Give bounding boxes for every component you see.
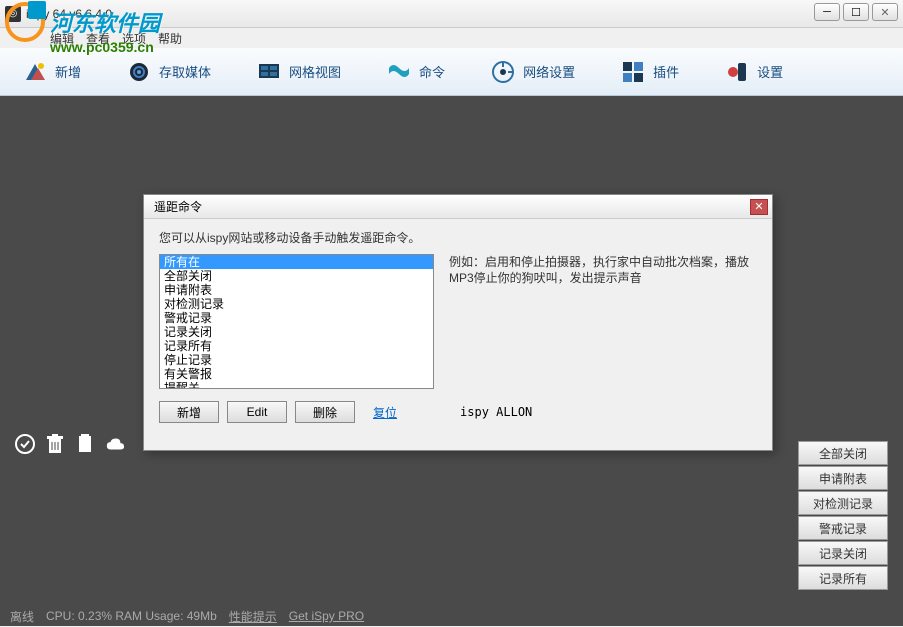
menu-view[interactable]: 查看 [86, 30, 110, 47]
list-item[interactable]: 记录所有 [160, 339, 433, 353]
toolbar-network[interactable]: 网络设置 [483, 56, 583, 88]
cloud-icon[interactable] [105, 434, 125, 454]
dialog-description: 您可以从ispy网站或移动设备手动触发遥距命令。 [159, 229, 757, 246]
plugin-icon [621, 60, 645, 84]
toolbar-grid[interactable]: 网格视图 [249, 56, 349, 88]
toolbar-settings[interactable]: 设置 [717, 56, 791, 88]
right-panel: 所有在 全部关闭 申请附表 对检测记录 警戒记录 记录关闭 记录所有 [798, 416, 888, 590]
toolbar-settings-label: 设置 [757, 62, 783, 81]
toolbar-network-label: 网络设置 [523, 62, 575, 81]
panel-btn-4[interactable]: 警戒记录 [798, 516, 888, 540]
maximize-button[interactable]: ☐ [843, 3, 869, 21]
panel-btn-3[interactable]: 对检测记录 [798, 491, 888, 515]
toolbar-add[interactable]: 新增 [15, 56, 89, 88]
menu-help[interactable]: 帮助 [158, 30, 182, 47]
delete-icon[interactable] [45, 434, 65, 454]
remote-command-dialog: 遥距命令 ✕ 您可以从ispy网站或移动设备手动触发遥距命令。 所有在 全部关闭… [143, 194, 773, 451]
panel-btn-6[interactable]: 记录所有 [798, 566, 888, 590]
delete-button[interactable]: 删除 [295, 401, 355, 423]
window-title: iSpy 64 v6.6.4.0 [26, 7, 112, 21]
toolbar-media[interactable]: 存取媒体 [119, 56, 219, 88]
dialog-title: 遥距命令 [154, 198, 202, 215]
list-item[interactable]: 申请附表 [160, 283, 433, 297]
file-icon[interactable] [75, 434, 95, 454]
list-item[interactable]: 停止记录 [160, 353, 433, 367]
list-item[interactable]: 所有在 [160, 255, 433, 269]
add-button[interactable]: 新增 [159, 401, 219, 423]
menu-options[interactable]: 选项 [122, 30, 146, 47]
toolbar-plugin-label: 插件 [653, 62, 679, 81]
toolbar-add-label: 新增 [55, 62, 81, 81]
main-area: 所有在 全部关闭 申请附表 对检测记录 警戒记录 记录关闭 记录所有 遥距命令 … [0, 96, 903, 606]
status-text: 离线 [10, 608, 34, 625]
app-icon: ◎ [5, 6, 21, 22]
settings-icon [725, 60, 749, 84]
media-icon [127, 60, 151, 84]
list-item[interactable]: 提醒关 [160, 381, 433, 389]
titlebar: ◎ iSpy 64 v6.6.4.0 ─ ☐ ✕ [0, 0, 903, 28]
panel-btn-1[interactable]: 全部关闭 [798, 441, 888, 465]
network-icon [491, 60, 515, 84]
perf-link[interactable]: 性能提示 [229, 608, 277, 625]
toolbar: 新增 存取媒体 网格视图 命令 网络设置 插件 设置 [0, 48, 903, 96]
toolbar-grid-label: 网格视图 [289, 62, 341, 81]
edit-button[interactable]: Edit [227, 401, 287, 423]
statusbar: 离线 CPU: 0.23% RAM Usage: 49Mb 性能提示 Get i… [0, 606, 903, 626]
close-button[interactable]: ✕ [872, 3, 898, 21]
command-text: ispy ALLON [460, 405, 532, 419]
cmd-icon [387, 60, 411, 84]
cpu-text: CPU: 0.23% RAM Usage: 49Mb [46, 609, 217, 623]
toolbar-plugin[interactable]: 插件 [613, 56, 687, 88]
dialog-close-button[interactable]: ✕ [750, 199, 768, 215]
panel-btn-5[interactable]: 记录关闭 [798, 541, 888, 565]
add-icon [23, 60, 47, 84]
pro-link[interactable]: Get iSpy PRO [289, 609, 364, 623]
command-listbox[interactable]: 所有在 全部关闭 申请附表 对检测记录 警戒记录 记录关闭 记录所有 停止记录 … [159, 254, 434, 389]
list-item[interactable]: 全部关闭 [160, 269, 433, 283]
menu-edit[interactable]: 编辑 [50, 30, 74, 47]
toolbar-media-label: 存取媒体 [159, 62, 211, 81]
menubar: 编辑 查看 选项 帮助 [0, 28, 903, 48]
toolbar-cmd-label: 命令 [419, 62, 445, 81]
grid-icon [257, 60, 281, 84]
panel-btn-2[interactable]: 申请附表 [798, 466, 888, 490]
list-item[interactable]: 记录关闭 [160, 325, 433, 339]
check-icon[interactable] [15, 434, 35, 454]
dialog-example-text: 例如：启用和停止拍摄器，执行家中自动批次档案，播放MP3停止你的狗吠叫，发出提示… [449, 254, 757, 389]
list-item[interactable]: 警戒记录 [160, 311, 433, 325]
list-item[interactable]: 对检测记录 [160, 297, 433, 311]
list-item[interactable]: 有关警报 [160, 367, 433, 381]
minimize-button[interactable]: ─ [814, 3, 840, 21]
toolbar-cmd[interactable]: 命令 [379, 56, 453, 88]
reset-link[interactable]: 复位 [373, 404, 397, 421]
